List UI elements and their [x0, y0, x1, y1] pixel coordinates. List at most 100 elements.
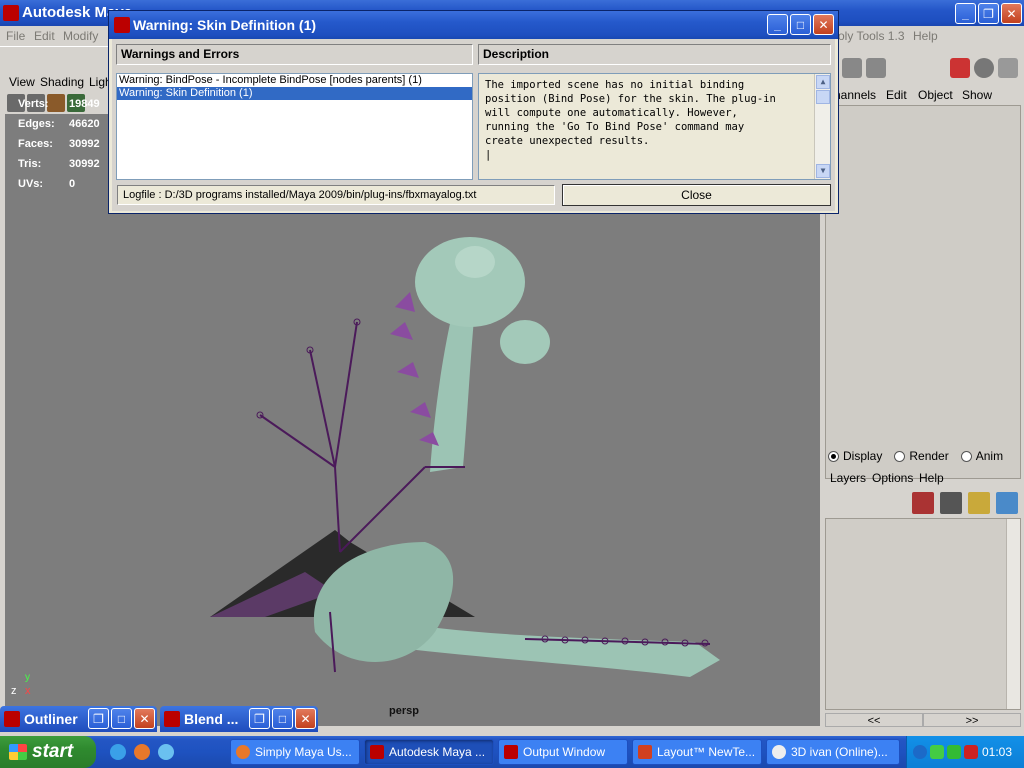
- minimize-button[interactable]: _: [955, 3, 976, 24]
- restore-button[interactable]: ❐: [978, 3, 999, 24]
- firefox-task-icon: [236, 745, 250, 759]
- tray-skype-icon[interactable]: [947, 745, 961, 759]
- output-task-icon: [504, 745, 518, 759]
- quick-launch: [110, 744, 174, 760]
- sphere-icon[interactable]: [974, 58, 994, 78]
- layer-menu-layers[interactable]: Layers: [830, 471, 866, 485]
- start-button[interactable]: start: [0, 736, 96, 768]
- scroll-up-icon[interactable]: ▲: [816, 75, 830, 89]
- warnings-list[interactable]: Warning: BindPose - Incomplete BindPose …: [116, 73, 473, 180]
- layer-toolbar: [912, 492, 1018, 514]
- nav-prev-button[interactable]: <<: [825, 713, 923, 727]
- description-scrollbar[interactable]: ▲ ▼: [814, 74, 830, 179]
- dialog-title: Warning: Skin Definition (1): [133, 17, 317, 33]
- menu-file[interactable]: File: [6, 26, 25, 46]
- maya-task-icon: [370, 745, 384, 759]
- description-body: The imported scene has no initial bindin…: [485, 79, 776, 161]
- axis-x-label: x: [25, 685, 31, 697]
- tray-adobe-icon[interactable]: [964, 745, 978, 759]
- radio-display-dot: [828, 450, 839, 462]
- blend-title: Blend ...: [184, 711, 239, 727]
- task-output-window[interactable]: Output Window: [498, 739, 628, 765]
- layer-menu-help[interactable]: Help: [919, 471, 944, 485]
- scroll-down-icon[interactable]: ▼: [816, 164, 830, 178]
- ie-icon[interactable]: [110, 744, 126, 760]
- layout-task-icon: [638, 745, 652, 759]
- vp-menu-shading[interactable]: Shading: [40, 72, 84, 92]
- layer-light-icon[interactable]: [968, 492, 990, 514]
- description-text[interactable]: The imported scene has no initial bindin…: [478, 73, 831, 180]
- menu-poly-tools[interactable]: oly Tools 1.3: [838, 26, 905, 46]
- menu-modify[interactable]: Modify: [63, 26, 98, 46]
- start-label: start: [32, 741, 74, 762]
- logfile-path: Logfile : D:/3D programs installed/Maya …: [117, 185, 555, 205]
- dialog-title-bar[interactable]: Warning: Skin Definition (1) _ □ ✕: [109, 11, 838, 39]
- ch-menu-object[interactable]: Object: [918, 86, 953, 104]
- back-spikes: [390, 292, 439, 446]
- warning-item-skin-definition[interactable]: Warning: Skin Definition (1): [117, 87, 472, 100]
- warning-item-bindpose[interactable]: Warning: BindPose - Incomplete BindPose …: [117, 74, 472, 87]
- blend-app-icon: [164, 711, 180, 727]
- channel-box[interactable]: [825, 105, 1021, 479]
- axis-z-label: z: [11, 685, 17, 697]
- clock: 01:03: [981, 745, 1012, 759]
- task-layout[interactable]: Layout™ NewTe...: [632, 739, 762, 765]
- windows-flag-icon: [9, 744, 27, 760]
- close-button[interactable]: ✕: [1001, 3, 1022, 24]
- tray-messenger-icon[interactable]: [930, 745, 944, 759]
- warning-dialog: Warning: Skin Definition (1) _ □ ✕ Warni…: [108, 10, 839, 214]
- radio-render[interactable]: Render: [894, 449, 949, 463]
- maya-app-icon: [3, 5, 19, 21]
- dialog-maximize-button[interactable]: □: [790, 14, 811, 35]
- lasso-icon[interactable]: [998, 58, 1018, 78]
- dialog-close-x-button[interactable]: ✕: [813, 14, 834, 35]
- tray-icons: [913, 745, 978, 759]
- outliner-restore-button[interactable]: ❐: [88, 708, 109, 729]
- radio-render-dot: [894, 450, 906, 462]
- chat-task-icon: [772, 745, 786, 759]
- task-chat[interactable]: 3D ivan (Online)...: [766, 739, 900, 765]
- radio-display[interactable]: Display: [828, 449, 882, 463]
- vp-menu-view[interactable]: View: [9, 72, 35, 92]
- blend-panel[interactable]: Blend ... ❐ □ ✕: [160, 706, 318, 732]
- layer-list[interactable]: [825, 518, 1021, 710]
- tray-expand-icon[interactable]: [913, 745, 927, 759]
- new-layer-selected-icon[interactable]: [940, 492, 962, 514]
- search-icon[interactable]: [158, 744, 174, 760]
- scroll-thumb[interactable]: [816, 90, 830, 104]
- blend-restore-button[interactable]: ❐: [249, 708, 270, 729]
- ch-menu-show[interactable]: Show: [962, 86, 992, 104]
- dialog-close-button[interactable]: Close: [562, 184, 831, 206]
- snout: [500, 320, 550, 364]
- task-autodesk-maya[interactable]: Autodesk Maya ...: [364, 739, 494, 765]
- new-layer-icon[interactable]: [912, 492, 934, 514]
- outliner-panel[interactable]: Outliner ❐ □ ✕: [0, 706, 157, 732]
- viewport-menubar: View Shading Ligh: [5, 72, 115, 92]
- outliner-maximize-button[interactable]: □: [111, 708, 132, 729]
- ch-menu-edit[interactable]: Edit: [886, 86, 907, 104]
- radio-anim[interactable]: Anim: [960, 449, 1003, 463]
- layer-list-scrollbar[interactable]: [1006, 519, 1020, 709]
- layer-light2-icon[interactable]: [996, 492, 1018, 514]
- tool-settings-icon[interactable]: [866, 58, 886, 78]
- layer-nav: << >>: [825, 713, 1021, 727]
- outliner-title: Outliner: [24, 711, 78, 727]
- menu-help[interactable]: Help: [913, 26, 938, 46]
- task-simply-maya[interactable]: Simply Maya Us...: [230, 739, 360, 765]
- outliner-app-icon: [4, 711, 20, 727]
- nav-next-button[interactable]: >>: [923, 713, 1021, 727]
- attribute-editor-icon[interactable]: [842, 58, 862, 78]
- bookmark-icon[interactable]: [47, 94, 65, 112]
- layer-menu-options[interactable]: Options: [872, 471, 913, 485]
- axis-y-label: y: [25, 672, 30, 683]
- firefox-icon[interactable]: [134, 744, 150, 760]
- menu-edit[interactable]: Edit: [34, 26, 55, 46]
- blend-maximize-button[interactable]: □: [272, 708, 293, 729]
- right-panel-toolbar: [818, 58, 1018, 78]
- axis-icon[interactable]: [950, 58, 970, 78]
- eye-bulge: [455, 246, 495, 278]
- blend-close-button[interactable]: ✕: [295, 708, 316, 729]
- neck: [430, 302, 475, 472]
- outliner-close-button[interactable]: ✕: [134, 708, 155, 729]
- dialog-minimize-button[interactable]: _: [767, 14, 788, 35]
